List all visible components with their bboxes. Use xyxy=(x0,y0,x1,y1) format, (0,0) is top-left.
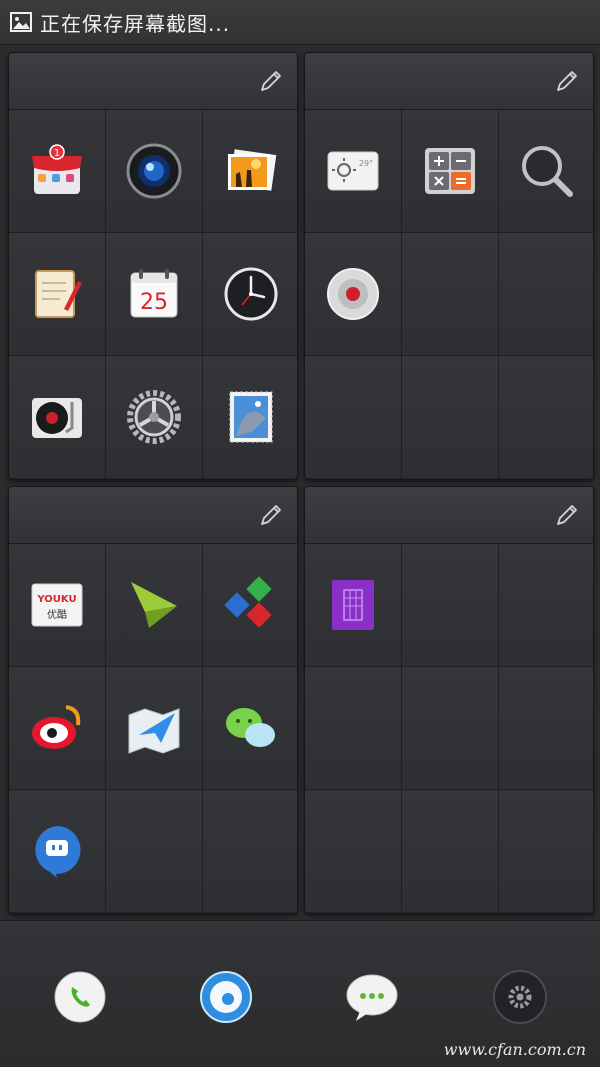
gear-icon[interactable] xyxy=(492,969,548,1025)
browser-icon[interactable] xyxy=(198,969,254,1025)
watermark: www.cfan.com.cn xyxy=(443,1040,586,1059)
empty-cell xyxy=(305,790,401,912)
phone-icon[interactable] xyxy=(52,969,108,1025)
status-text: 正在保存屏幕截图... xyxy=(40,11,231,36)
empty-cell xyxy=(402,544,498,666)
empty-cell xyxy=(499,544,593,666)
empty-cell xyxy=(499,790,593,912)
settings-button[interactable] xyxy=(492,969,548,1025)
app-folder-panel-4 xyxy=(304,486,594,914)
empty-cell xyxy=(499,667,593,789)
empty-cell xyxy=(402,356,498,478)
purple-book-app[interactable] xyxy=(305,544,401,666)
weather-temp: 29° xyxy=(359,159,373,168)
music-player-app[interactable] xyxy=(9,356,105,478)
notes-icon[interactable] xyxy=(28,265,86,323)
search-icon[interactable] xyxy=(518,142,576,200)
chat-bubble-app[interactable] xyxy=(9,790,105,912)
gallery-icon[interactable] xyxy=(222,142,280,200)
office-app[interactable] xyxy=(203,544,297,666)
wechat-app[interactable] xyxy=(203,667,297,789)
calculator-icon[interactable] xyxy=(421,142,479,200)
empty-cell xyxy=(305,356,401,478)
camera-app[interactable] xyxy=(106,110,202,232)
messages-button[interactable] xyxy=(344,969,400,1025)
dock: www.cfan.com.cn xyxy=(0,920,600,1067)
maps-icon[interactable] xyxy=(125,699,183,757)
panel-header xyxy=(305,53,593,110)
status-bar: 正在保存屏幕截图... xyxy=(0,0,600,45)
image-icon xyxy=(10,12,32,32)
weather-icon[interactable]: 29° xyxy=(324,142,382,200)
calendar-day: 25 xyxy=(140,290,168,315)
app-store-app[interactable]: 1 xyxy=(9,110,105,232)
empty-cell xyxy=(305,667,401,789)
music-player-icon[interactable] xyxy=(28,388,86,446)
empty-cell xyxy=(203,790,297,912)
paper-plane-app[interactable] xyxy=(106,544,202,666)
youku-icon[interactable]: YOUKU 优酷 xyxy=(28,576,86,634)
notes-app[interactable] xyxy=(9,233,105,355)
calculator-app[interactable] xyxy=(402,110,498,232)
purple-book-icon[interactable] xyxy=(324,576,382,634)
weather-app[interactable]: 29° xyxy=(305,110,401,232)
empty-cell xyxy=(402,790,498,912)
youku-label: YOUKU xyxy=(36,594,76,605)
mail-app[interactable] xyxy=(203,356,297,478)
weibo-app[interactable] xyxy=(9,667,105,789)
phone-button[interactable] xyxy=(52,969,108,1025)
settings-icon[interactable] xyxy=(125,388,183,446)
badge-count: 1 xyxy=(54,148,60,159)
empty-cell xyxy=(106,790,202,912)
mail-icon[interactable] xyxy=(222,388,280,446)
browser-button[interactable] xyxy=(198,969,254,1025)
clock-app[interactable] xyxy=(203,233,297,355)
app-folder-panel-3: YOUKU 优酷 xyxy=(8,486,298,914)
pencil-icon[interactable] xyxy=(555,503,579,527)
calendar-icon[interactable]: 25 xyxy=(125,265,183,323)
gallery-app[interactable] xyxy=(203,110,297,232)
clock-icon[interactable] xyxy=(222,265,280,323)
youku-app[interactable]: YOUKU 优酷 xyxy=(9,544,105,666)
empty-cell xyxy=(499,233,593,355)
office-cubes-icon[interactable] xyxy=(222,576,280,634)
camera-icon[interactable] xyxy=(125,142,183,200)
messages-icon[interactable] xyxy=(344,969,400,1025)
youku-label-cn: 优酷 xyxy=(47,608,67,621)
search-app[interactable] xyxy=(499,110,593,232)
calendar-app[interactable]: 25 xyxy=(106,233,202,355)
panel-header xyxy=(9,53,297,110)
pencil-icon[interactable] xyxy=(555,69,579,93)
pencil-icon[interactable] xyxy=(259,69,283,93)
app-folder-panel-2: 29° xyxy=(304,52,594,480)
pencil-icon[interactable] xyxy=(259,503,283,527)
panel-header xyxy=(305,487,593,544)
empty-cell xyxy=(402,667,498,789)
settings-app[interactable] xyxy=(106,356,202,478)
chat-bubble-icon[interactable] xyxy=(28,822,86,880)
recorder-app[interactable] xyxy=(305,233,401,355)
empty-cell xyxy=(499,356,593,478)
paper-plane-icon[interactable] xyxy=(125,576,183,634)
empty-cell xyxy=(402,233,498,355)
app-folder-panel-1: 1 25 xyxy=(8,52,298,480)
app-store-icon[interactable]: 1 xyxy=(28,142,86,200)
recorder-icon[interactable] xyxy=(324,265,382,323)
weibo-icon[interactable] xyxy=(28,699,86,757)
maps-app[interactable] xyxy=(106,667,202,789)
wechat-icon[interactable] xyxy=(222,699,280,757)
panel-header xyxy=(9,487,297,544)
